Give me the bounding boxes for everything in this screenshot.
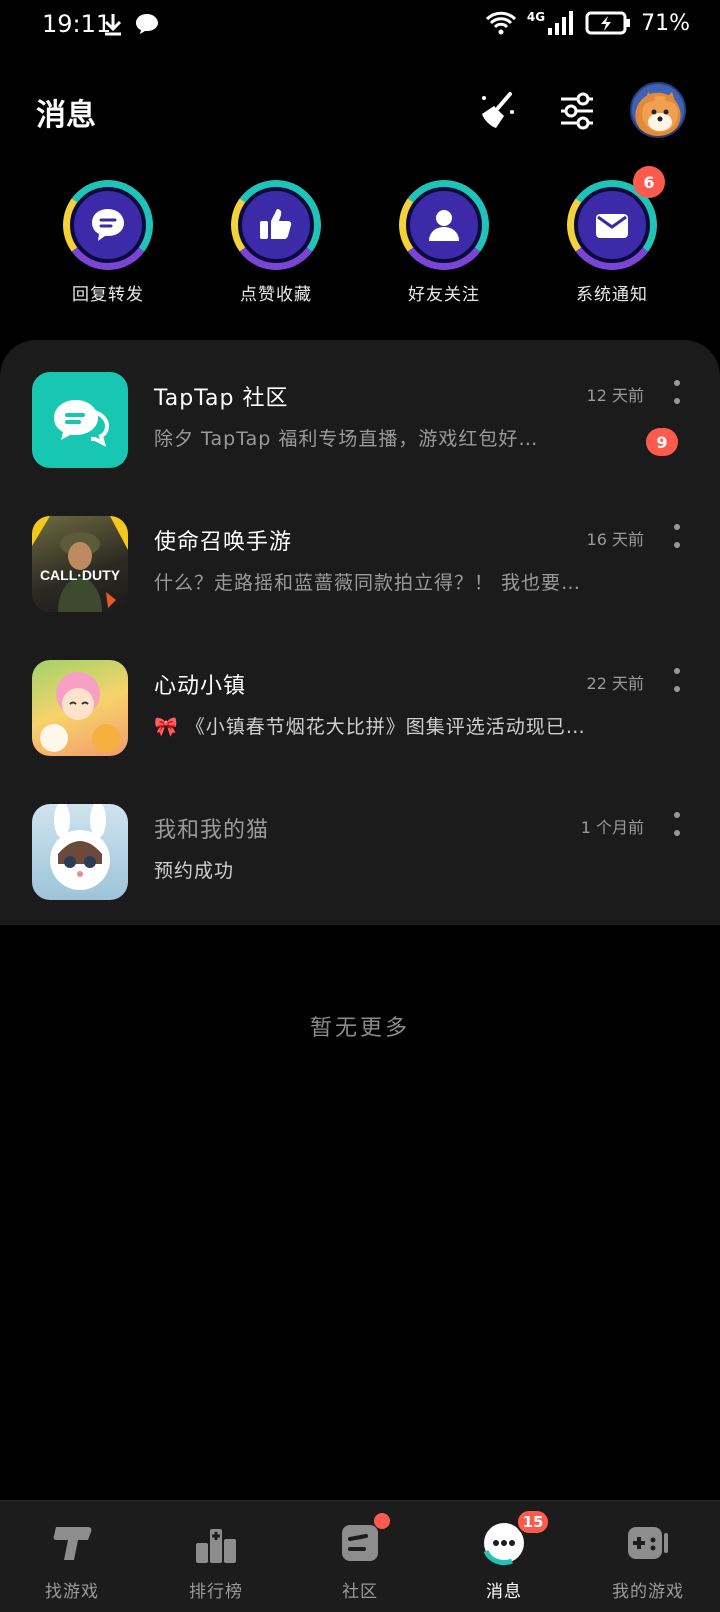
category-friends[interactable]: 好友关注 bbox=[374, 180, 514, 305]
message-title: 使命召唤手游 bbox=[154, 530, 293, 555]
battery-icon bbox=[585, 11, 631, 35]
empty-state-text: 暂无更多 bbox=[309, 1016, 410, 1041]
battery-level: 71% bbox=[641, 10, 690, 36]
taptap-community-icon bbox=[32, 372, 128, 468]
status-bar: 19:11 4G 71% bbox=[0, 0, 720, 52]
page-title: 消息 bbox=[36, 98, 96, 133]
tab-ranking[interactable]: 排行榜 bbox=[144, 1501, 288, 1612]
more-icon[interactable] bbox=[672, 524, 682, 548]
community-dot bbox=[374, 1513, 390, 1529]
list-item[interactable]: 我和我的猫 预约成功 1 个月前 bbox=[0, 772, 720, 916]
message-title: TapTap 社区 bbox=[154, 386, 289, 411]
message-preview: 什么？走路摇和蓝蔷薇同款拍立得？！ 我也要… bbox=[154, 572, 582, 594]
system-badge: 6 bbox=[633, 166, 665, 198]
download-icon bbox=[104, 14, 122, 36]
category-label: 好友关注 bbox=[408, 285, 480, 305]
signal-icon bbox=[548, 11, 574, 35]
clean-broom-icon bbox=[482, 92, 514, 128]
tab-find-games[interactable]: 找游戏 bbox=[0, 1501, 144, 1612]
reply-icon bbox=[92, 209, 124, 241]
message-time: 12 天前 bbox=[586, 386, 644, 405]
my-cat-icon bbox=[32, 804, 128, 900]
network-type: 4G bbox=[526, 10, 546, 24]
message-time: 1 个月前 bbox=[580, 818, 644, 837]
clean-button[interactable] bbox=[472, 86, 522, 136]
list-item[interactable]: CALL·DUTY 使命召唤手游 什么？走路摇和蓝蔷薇同款拍立得？！ 我也要… … bbox=[0, 484, 720, 628]
unread-badge: 9 bbox=[646, 428, 678, 456]
tab-label: 社区 bbox=[342, 1582, 378, 1602]
settings-button[interactable] bbox=[552, 86, 602, 136]
tab-messages[interactable]: 15 消息 bbox=[432, 1501, 576, 1612]
more-icon[interactable] bbox=[672, 812, 682, 836]
message-time: 16 天前 bbox=[586, 530, 644, 549]
bottom-tab-bar: 找游戏 排行榜 社区 15 消息 我的游戏 bbox=[0, 1500, 720, 1612]
category-label: 回复转发 bbox=[72, 285, 144, 305]
thumbs-up-icon bbox=[260, 209, 292, 239]
dog-avatar-icon bbox=[642, 92, 678, 132]
header: 消息 bbox=[0, 80, 720, 150]
avatar[interactable] bbox=[630, 82, 686, 138]
category-likes[interactable]: 点赞收藏 bbox=[206, 180, 346, 305]
more-icon[interactable] bbox=[672, 668, 682, 692]
category-system[interactable]: 6 系统通知 bbox=[542, 166, 682, 305]
tab-community[interactable]: 社区 bbox=[288, 1501, 432, 1612]
svg-text:CALL·DUTY: CALL·DUTY bbox=[40, 567, 121, 583]
message-title: 心动小镇 bbox=[154, 674, 247, 699]
ranking-icon bbox=[196, 1529, 236, 1563]
message-time: 22 天前 bbox=[586, 674, 644, 693]
list-item[interactable]: TapTap 社区 除夕 TapTap 福利专场直播，游戏红包好… 12 天前 … bbox=[0, 340, 720, 484]
message-title: 我和我的猫 bbox=[154, 818, 270, 843]
message-preview: 预约成功 bbox=[154, 860, 235, 882]
tab-label: 排行榜 bbox=[189, 1582, 243, 1602]
settings-sliders-icon bbox=[561, 92, 593, 130]
gamepad-icon bbox=[628, 1527, 668, 1559]
list-item[interactable]: 心动小镇 🎀 《小镇春节烟花大比拼》图集评选活动现已… 22 天前 bbox=[0, 628, 720, 772]
category-label: 系统通知 bbox=[576, 285, 648, 305]
tab-label: 我的游戏 bbox=[612, 1582, 684, 1602]
wifi-icon bbox=[485, 11, 516, 35]
heartbeat-town-icon bbox=[32, 660, 128, 756]
user-icon bbox=[429, 210, 459, 241]
message-list: TapTap 社区 除夕 TapTap 福利专场直播，游戏红包好… 12 天前 … bbox=[0, 340, 720, 925]
status-time: 19:11 bbox=[42, 10, 112, 38]
tab-my-games[interactable]: 我的游戏 bbox=[576, 1501, 720, 1612]
category-label: 点赞收藏 bbox=[240, 285, 312, 305]
message-preview: 除夕 TapTap 福利专场直播，游戏红包好… bbox=[154, 428, 539, 450]
more-icon[interactable] bbox=[672, 380, 682, 404]
call-of-duty-icon: CALL·DUTY bbox=[32, 516, 128, 612]
tab-label: 找游戏 bbox=[45, 1582, 99, 1602]
find-games-icon bbox=[53, 1527, 92, 1560]
envelope-icon bbox=[596, 214, 628, 238]
category-row: 回复转发 点赞收藏 好友关注 6 系统通知 bbox=[0, 166, 720, 310]
tab-label: 消息 bbox=[486, 1582, 522, 1602]
messages-badge: 15 bbox=[516, 1509, 550, 1535]
category-reply[interactable]: 回复转发 bbox=[38, 180, 178, 305]
chat-bubble-icon bbox=[136, 14, 158, 34]
message-preview: 🎀 《小镇春节烟花大比拼》图集评选活动现已… bbox=[154, 716, 586, 738]
